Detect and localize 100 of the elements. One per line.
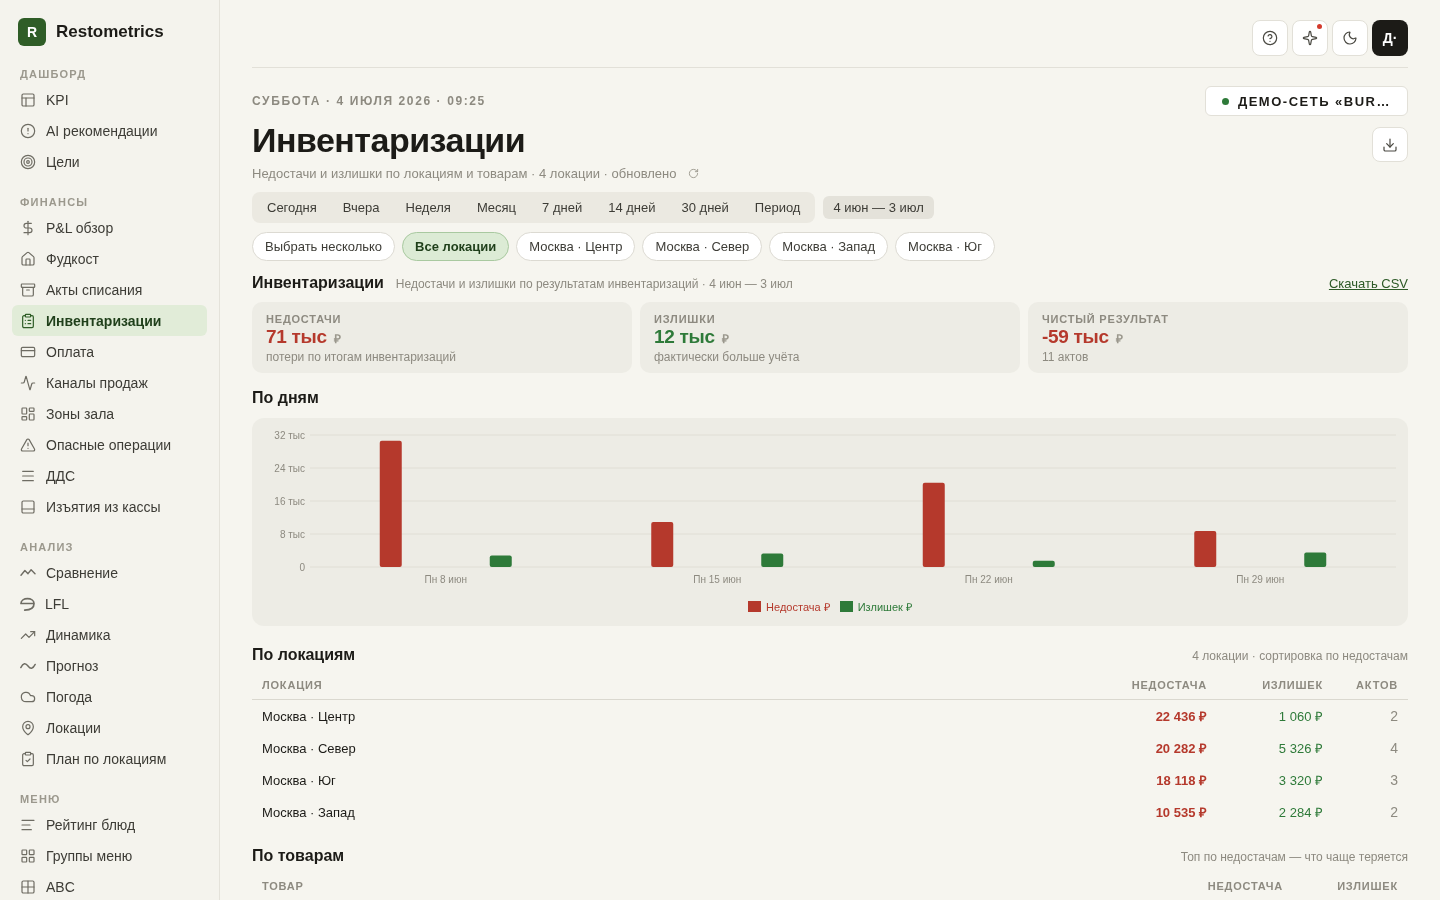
location-chip[interactable]: Все локации <box>402 232 510 261</box>
nav-item[interactable]: KPI <box>12 84 207 115</box>
column-header: НЕДОСТАЧА <box>1130 679 1208 691</box>
nav-item[interactable]: Акты списания <box>12 274 207 305</box>
table-cell-text: 1 060 ₽ <box>1277 708 1324 725</box>
alert-circle-icon <box>20 122 36 139</box>
nav-item[interactable]: План по локациям <box>12 743 207 774</box>
period-tab[interactable]: Сегодня <box>255 195 329 220</box>
grid-icon <box>20 847 36 864</box>
table-cell-text: 3 320 ₽ <box>1277 772 1324 789</box>
date-range-button[interactable]: 4 июн — 3 июл <box>823 196 934 219</box>
nav-item[interactable]: Динамика <box>12 619 207 650</box>
nav-item[interactable]: Рейтинг блюд <box>12 809 207 840</box>
nav-item[interactable]: Изъятия из кассы <box>12 491 207 522</box>
axis-label: 8 тыс <box>279 528 305 540</box>
nav-item[interactable]: Зоны зала <box>12 398 207 429</box>
dollar-icon <box>20 219 36 236</box>
currency-sign: ₽ <box>1115 331 1123 348</box>
kpi-note: потери по итогам инвентаризаций <box>266 350 456 364</box>
download-button[interactable] <box>1372 127 1408 162</box>
period-tab[interactable]: 7 дней <box>530 195 595 220</box>
nav-item[interactable]: Сравнение <box>12 557 207 588</box>
help-button[interactable] <box>1252 20 1288 56</box>
column-header: ТОВАР <box>261 880 305 892</box>
nav-item[interactable]: Каналы продаж <box>12 367 207 398</box>
moon-button[interactable] <box>1332 20 1368 56</box>
target-icon <box>20 153 36 170</box>
zigzag-icon <box>20 569 36 576</box>
nav-item[interactable]: Группы меню <box>12 840 207 871</box>
pulse-line-icon <box>20 374 36 391</box>
kpi-value: 12 тыс <box>654 326 715 348</box>
help-icon <box>1262 30 1278 46</box>
section-title: Инвентаризации <box>252 273 384 293</box>
table-cell-text: 4 <box>1389 740 1399 756</box>
period-tab[interactable]: Период <box>742 195 813 220</box>
legend-label: Недостача ₽ <box>766 599 830 614</box>
table-cell-text: Москва · Север <box>261 740 357 756</box>
table-cell-text: 3 <box>1389 772 1399 788</box>
location-chip[interactable]: Выбрать несколько <box>252 232 396 261</box>
wave-icon <box>20 661 36 670</box>
house-icon <box>20 250 36 267</box>
page-title: Инвентаризации <box>252 120 526 160</box>
dashboard-grid-icon <box>20 405 36 422</box>
column-header: НЕДОСТАЧА <box>1206 880 1284 892</box>
nav-item[interactable]: ДДС <box>12 460 207 491</box>
period-tab[interactable]: Неделя <box>393 195 463 220</box>
app-name: Restometrics <box>56 22 164 42</box>
nav-item[interactable]: Фудкост <box>12 243 207 274</box>
location-chip[interactable]: Москва · Север <box>642 232 763 261</box>
panel-icon <box>20 498 36 515</box>
kpi-value: 71 тыс <box>266 326 327 348</box>
csv-link[interactable]: Скачать CSV <box>1328 276 1408 291</box>
workspace-button[interactable]: ДЕМО-СЕТЬ «BUR… <box>1204 86 1408 116</box>
sparkle-button[interactable] <box>1292 20 1328 56</box>
period-tab[interactable]: 14 дней <box>596 195 668 220</box>
axis-label: 0 <box>299 561 305 573</box>
column-header: ЛОКАЦИЯ <box>261 679 324 691</box>
location-chip[interactable]: Москва · Юг <box>895 232 995 261</box>
avatar-button[interactable]: Д· <box>1372 20 1408 56</box>
table-cell-text: 2 <box>1389 804 1399 820</box>
archive-icon <box>20 281 36 298</box>
date-line: СУББОТА · 4 ИЮЛЯ 2026 · 09:25 <box>252 94 486 108</box>
clipboard-check-icon <box>20 750 36 767</box>
period-tab[interactable]: Месяц <box>464 195 529 220</box>
period-tab[interactable]: Вчера <box>330 195 392 220</box>
nav-section-title: АНАЛИЗ <box>19 540 74 554</box>
curve-icon <box>20 596 35 611</box>
section-title: По товарам <box>252 846 345 866</box>
nav-item[interactable]: Локации <box>12 712 207 743</box>
section-title: По дням <box>252 388 319 408</box>
location-chip[interactable]: Москва · Центр <box>516 232 636 261</box>
legend-label: Излишек ₽ <box>857 599 912 614</box>
nav-item[interactable]: Прогноз <box>12 650 207 681</box>
nav-section-title: МЕНЮ <box>19 792 61 806</box>
axis-label: Пн 22 июн <box>964 574 1013 585</box>
nav-item[interactable]: Инвентаризации <box>12 305 207 336</box>
table-cell-text: 18 118 ₽ <box>1155 772 1208 789</box>
nav-section-title: ДАШБОРД <box>19 67 87 81</box>
nav-item[interactable]: Цели <box>12 146 207 177</box>
warning-icon <box>20 436 36 453</box>
nav-item[interactable]: Опасные операции <box>12 429 207 460</box>
period-tab[interactable]: 30 дней <box>669 195 741 220</box>
kpi-label: ИЗЛИШКИ <box>654 312 716 326</box>
kpi-note: фактически больше учёта <box>654 350 800 364</box>
nav-item[interactable]: ABC <box>12 871 207 900</box>
location-chip[interactable]: Москва · Запад <box>769 232 889 261</box>
download-icon <box>1382 136 1398 153</box>
clipboard-list-icon <box>20 312 36 329</box>
nav-item[interactable]: AI рекомендации <box>12 115 207 146</box>
grid-square-icon <box>20 878 36 895</box>
nav-item[interactable]: P&L обзор <box>12 212 207 243</box>
map-pin-icon <box>20 719 36 736</box>
sparkle-icon <box>1302 30 1318 46</box>
table-cell-text: 5 326 ₽ <box>1277 740 1324 757</box>
kpi-label: ЧИСТЫЙ РЕЗУЛЬТАТ <box>1042 312 1169 326</box>
kpi-value: -59 тыс <box>1042 326 1109 348</box>
table-cell-text: 2 <box>1389 708 1399 724</box>
nav-item[interactable]: Оплата <box>12 336 207 367</box>
nav-item[interactable]: LFL <box>12 588 207 619</box>
nav-item[interactable]: Погода <box>12 681 207 712</box>
